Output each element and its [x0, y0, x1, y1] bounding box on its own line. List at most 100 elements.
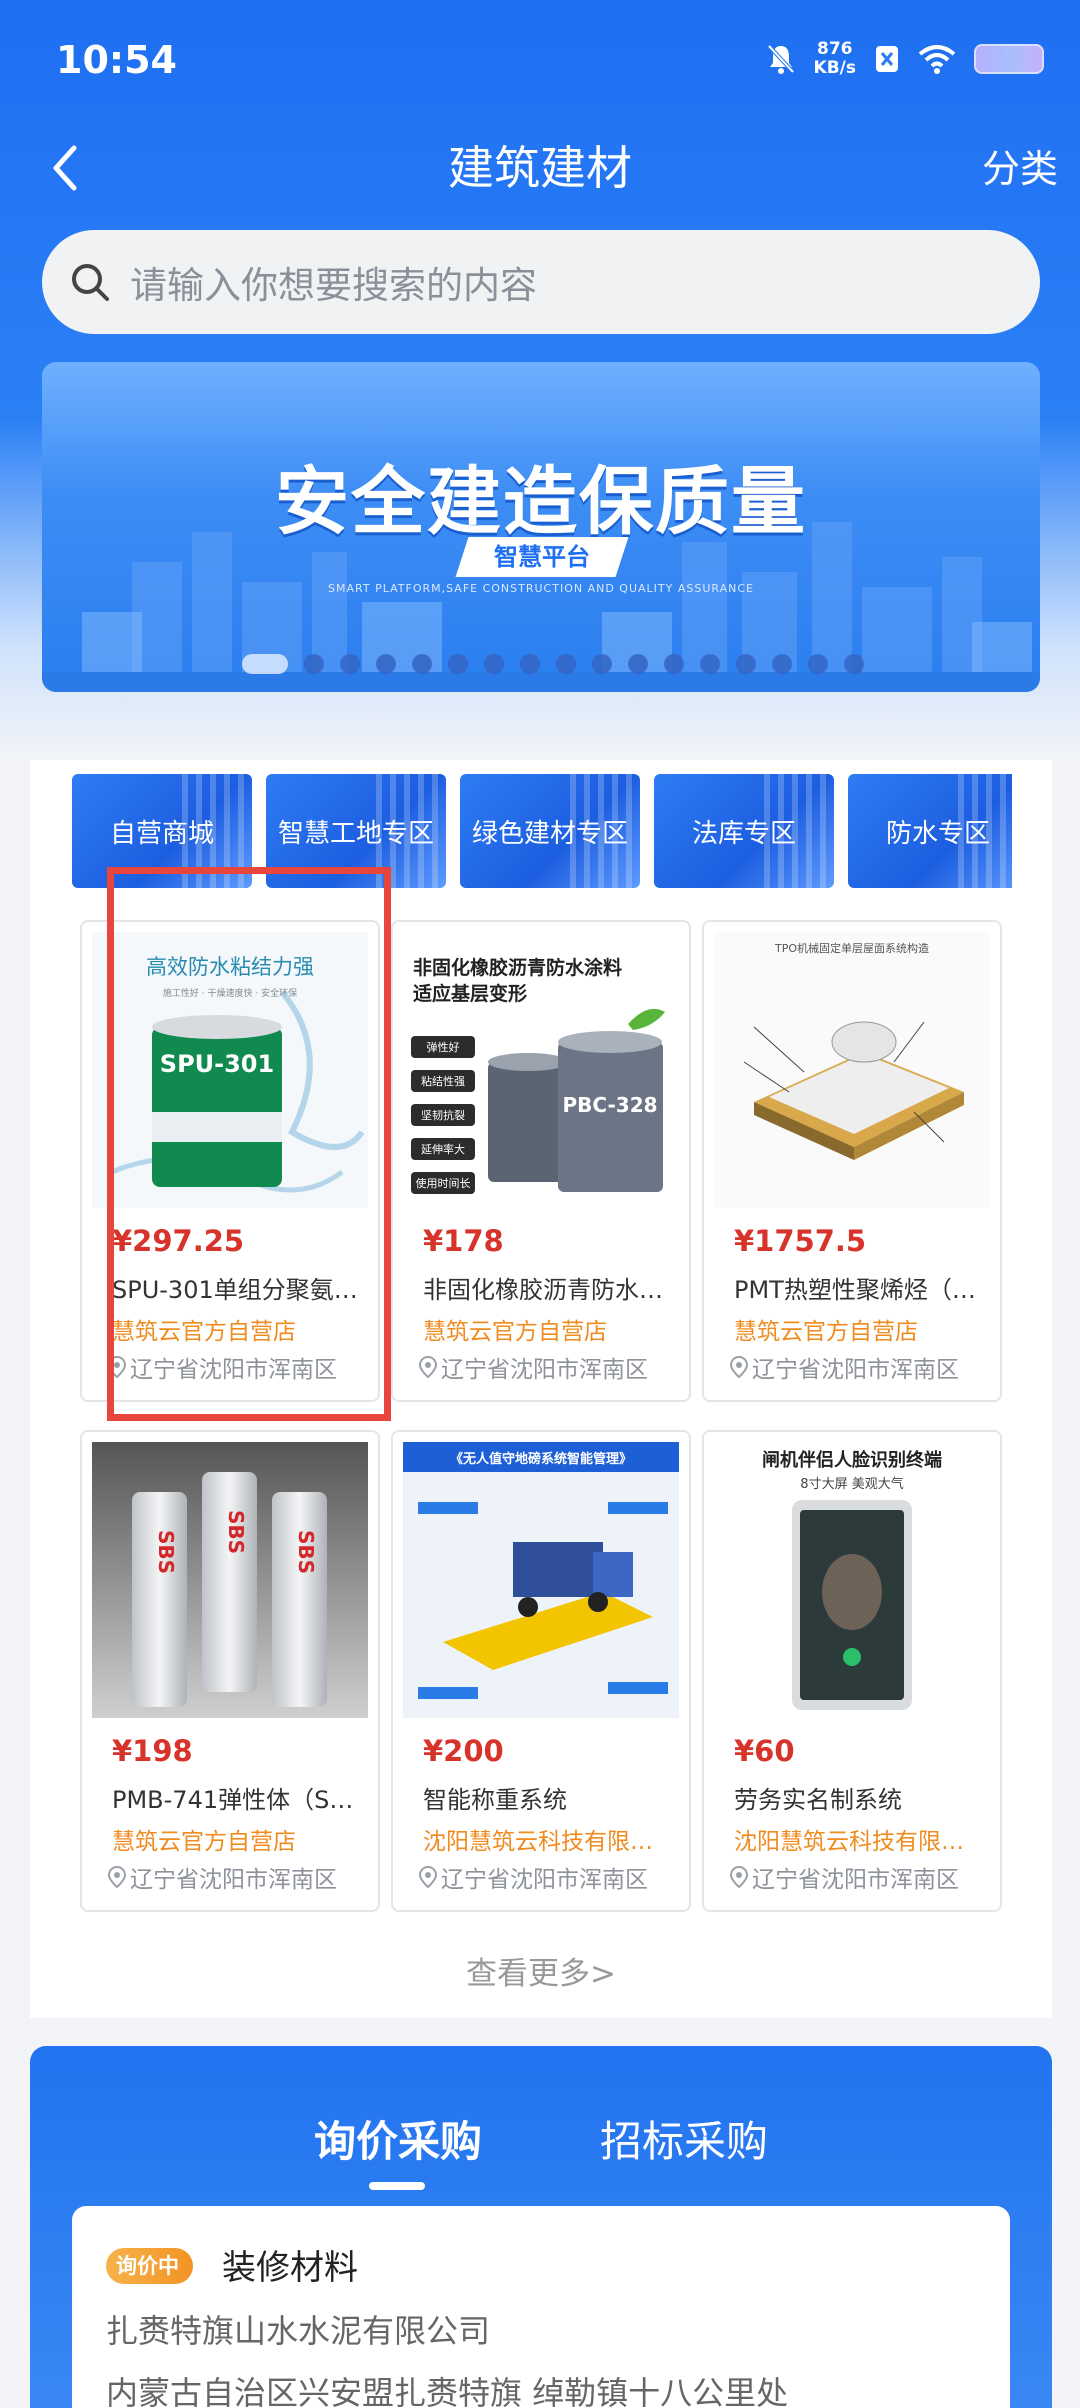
sim-disabled-icon [876, 46, 898, 72]
location-text: 辽宁省沈阳市浑南区 [752, 1357, 959, 1383]
tab-tender-purchase[interactable]: 招标采购 [600, 2108, 768, 2169]
pagination-dot [556, 654, 576, 674]
pagination-dot [340, 654, 360, 674]
category-label: 法库专区 [691, 818, 796, 849]
battery-icon [974, 44, 1044, 74]
p4-brand: SBS [154, 1530, 178, 1574]
mute-bell-icon [767, 44, 795, 74]
pagination-dot [412, 654, 432, 674]
product-price: ¥198 [112, 1734, 193, 1768]
search-icon [72, 264, 109, 301]
pagination-dot [736, 654, 756, 674]
banner-pagination [242, 654, 864, 674]
category-waterproof[interactable]: 防水专区 [848, 774, 1012, 888]
nav-bar: 建筑建材 分类 [0, 120, 1080, 220]
product-card[interactable]: SBS SBS SBS ¥198 PMB-741弹性体（SB… 慧筑云官方自营店… [80, 1430, 380, 1912]
product-card[interactable]: 《无人值守地磅系统智能管理》 ¥200 智能称重系统 沈阳慧筑云科技有限… 辽宁… [391, 1430, 691, 1912]
p2-tag: 弹性好 [427, 1040, 460, 1054]
location-text: 辽宁省沈阳市浑南区 [441, 1867, 648, 1893]
page-title: 建筑建材 [448, 141, 632, 195]
product-card[interactable]: 闸机伴侣人脸识别终端 8寸大屏 美观大气 ¥60 劳务实名制系统 沈阳慧筑云科技… [702, 1430, 1002, 1912]
net-speed-value: 876 [817, 39, 853, 59]
product-shop: 沈阳慧筑云科技有限… [734, 1829, 964, 1855]
product-card[interactable]: TPO机械固定单层屋面系统构造 ¥1757.5 PMT热塑性聚烯烃（T… 慧筑云… [702, 920, 1002, 1402]
location-pin-icon [730, 1866, 748, 1888]
product-shop: 慧筑云官方自营店 [423, 1319, 607, 1345]
product-price: ¥200 [423, 1734, 504, 1768]
category-label: 自营商城 [109, 818, 214, 849]
product-shop: 沈阳慧筑云科技有限… [423, 1829, 653, 1855]
product-price: ¥1757.5 [734, 1224, 867, 1258]
pagination-dot [376, 654, 396, 674]
product-name: 非固化橡胶沥青防水… [423, 1276, 663, 1304]
product-image-truck-scale: 《无人值守地磅系统智能管理》 [403, 1442, 679, 1718]
p2-tag: 粘结性强 [421, 1074, 465, 1088]
pagination-dot [808, 654, 828, 674]
pagination-dot [844, 654, 864, 674]
p2-brand: PBC-328 [562, 1093, 657, 1117]
inquiry-card[interactable]: 询价中 装修材料 扎赉特旗山水水泥有限公司 内蒙古自治区兴安盟扎赉特旗 绰勒镇十… [72, 2206, 1010, 2408]
tab-inquiry-purchase[interactable]: 询价采购 [314, 2108, 482, 2190]
product-name: PMB-741弹性体（SB… [112, 1786, 362, 1814]
p4-brand: SBS [224, 1510, 248, 1554]
location-pin-icon [730, 1356, 748, 1378]
status-badge: 询价中 [106, 2248, 193, 2284]
search-input[interactable]: 请输入你想要搜索的内容 [42, 230, 1040, 334]
location-text: 辽宁省沈阳市浑南区 [752, 1867, 959, 1893]
pagination-dot [304, 654, 324, 674]
banner-headline: 安全建造保质量 [275, 459, 807, 545]
search-placeholder: 请输入你想要搜索的内容 [130, 264, 537, 307]
category-green-materials[interactable]: 绿色建材专区 [460, 774, 640, 888]
pagination-dot [242, 654, 288, 674]
p4-brand: SBS [294, 1530, 318, 1574]
highlight-box [107, 867, 391, 1421]
inquiry-company: 扎赉特旗山水水泥有限公司 [106, 2312, 491, 2350]
p2-tag: 延伸率大 [421, 1142, 465, 1156]
promo-banner[interactable]: 安全建造保质量 智慧平台 SMART PLATFORM,SAFE CONSTRU… [42, 362, 1040, 692]
pagination-dot [700, 654, 720, 674]
product-price: ¥60 [734, 1734, 795, 1768]
location-pin-icon [419, 1866, 437, 1888]
product-location: 辽宁省沈阳市浑南区 [108, 1860, 368, 1894]
product-name: 劳务实名制系统 [734, 1786, 902, 1814]
wifi-icon [918, 45, 956, 74]
pagination-dot [772, 654, 792, 674]
status-icons: 876 KB/s [766, 40, 1044, 78]
product-name: 智能称重系统 [423, 1786, 567, 1814]
purchase-tabs: 询价采购 招标采购 [30, 2108, 1052, 2190]
category-button[interactable]: 分类 [982, 138, 1058, 193]
category-faku[interactable]: 法库专区 [654, 774, 834, 888]
pagination-dot [484, 654, 504, 674]
p6-sub: 8寸大屏 美观大气 [800, 1476, 903, 1492]
net-speed-unit: KB/s [813, 58, 856, 78]
view-more-link[interactable]: 查看更多> [30, 1948, 1052, 1993]
p2-line1: 非固化橡胶沥青防水涂料 [413, 956, 622, 979]
p2-tag: 坚韧抗裂 [421, 1108, 465, 1122]
product-shop: 慧筑云官方自营店 [112, 1829, 296, 1855]
location-text: 辽宁省沈阳市浑南区 [441, 1357, 648, 1383]
banner-english: SMART PLATFORM,SAFE CONSTRUCTION AND QUA… [328, 582, 754, 595]
p2-line2: 适应基层变形 [413, 982, 527, 1005]
location-text: 辽宁省沈阳市浑南区 [130, 1867, 337, 1893]
p3-title: TPO机械固定单层屋面系统构造 [774, 941, 929, 955]
product-image-face-terminal: 闸机伴侣人脸识别终端 8寸大屏 美观大气 [714, 1442, 990, 1718]
category-label: 防水专区 [885, 818, 990, 849]
inquiry-title: 装修材料 [222, 2248, 358, 2288]
banner-subtitle: 智慧平台 [494, 543, 590, 571]
product-location: 辽宁省沈阳市浑南区 [419, 1350, 679, 1384]
product-name: PMT热塑性聚烯烃（T… [734, 1276, 984, 1304]
inquiry-address: 内蒙古自治区兴安盟扎赉特旗 绰勒镇十八公里处 [106, 2374, 789, 2408]
product-shop: 慧筑云官方自营店 [734, 1319, 918, 1345]
status-time: 10:54 [56, 38, 177, 82]
product-card[interactable]: 非固化橡胶沥青防水涂料 适应基层变形 弹性好 粘结性强 坚韧抗裂 延伸率大 使用… [391, 920, 691, 1402]
p5-title: 《无人值守地磅系统智能管理》 [450, 1451, 632, 1467]
product-image-asphalt-coating: 非固化橡胶沥青防水涂料 适应基层变形 弹性好 粘结性强 坚韧抗裂 延伸率大 使用… [403, 932, 679, 1208]
product-location: 辽宁省沈阳市浑南区 [730, 1860, 990, 1894]
category-label: 智慧工地专区 [277, 818, 434, 849]
net-speed: 876 KB/s [814, 40, 856, 78]
product-location: 辽宁省沈阳市浑南区 [730, 1350, 990, 1384]
pagination-dot [664, 654, 684, 674]
category-label: 绿色建材专区 [471, 818, 628, 849]
pagination-dot [448, 654, 468, 674]
status-bar: 10:54 876 KB/s [0, 0, 1080, 125]
